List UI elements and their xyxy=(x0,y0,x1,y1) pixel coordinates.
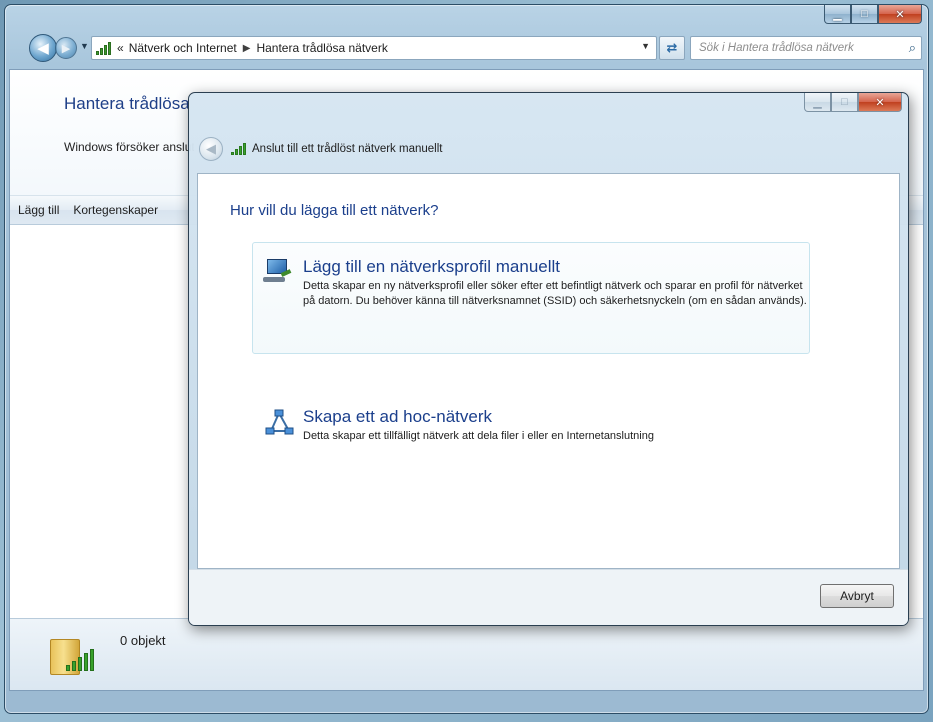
arrow-right-icon: ▶ xyxy=(61,42,71,55)
wireless-network-icon xyxy=(96,41,112,55)
item-count: 0 objekt xyxy=(120,633,166,648)
dialog-heading: Hur vill du lägga till ett nätverk? xyxy=(230,202,439,219)
dialog-window-controls: ▁ □ ✕ xyxy=(804,93,902,113)
search-input[interactable]: Sök i Hantera trådlösa nätverk ⌕ xyxy=(690,36,922,60)
minimize-button[interactable]: ▁ xyxy=(824,5,851,24)
arrow-left-icon: ◀ xyxy=(37,40,49,57)
connect-wireless-dialog: ▁ □ ✕ ◀ Anslut till ett trådlöst nätverk… xyxy=(188,92,909,626)
adhoc-network-icon xyxy=(263,407,295,439)
breadcrumb-network-internet[interactable]: Nätverk och Internet xyxy=(129,41,237,55)
forward-button[interactable]: ▶ xyxy=(55,37,77,59)
dialog-back-button[interactable]: ◀ xyxy=(199,137,223,161)
option-manual-profile[interactable]: Lägg till en nätverksprofil manuellt Det… xyxy=(252,242,810,354)
back-button[interactable]: ◀ xyxy=(29,34,57,62)
add-button[interactable]: Lägg till xyxy=(18,203,59,217)
arrow-left-icon: ◀ xyxy=(206,141,216,156)
dialog-title: Anslut till ett trådlöst nätverk manuell… xyxy=(252,143,443,155)
wireless-signal-icon xyxy=(231,143,246,155)
close-button[interactable]: ✕ xyxy=(878,5,922,24)
refresh-button[interactable]: ⇄ xyxy=(659,36,685,60)
maximize-button[interactable]: □ xyxy=(851,5,878,24)
search-placeholder: Sök i Hantera trådlösa nätverk xyxy=(699,42,854,54)
option-title: Lägg till en nätverksprofil manuellt xyxy=(303,257,561,276)
dialog-titlebar: ◀ Anslut till ett trådlöst nätverk manue… xyxy=(199,137,442,161)
history-dropdown[interactable]: ▼ xyxy=(80,41,89,51)
dialog-maximize-button[interactable]: □ xyxy=(831,93,858,112)
cancel-button[interactable]: Avbryt xyxy=(820,584,894,608)
dialog-body: Hur vill du lägga till ett nätverk? Lägg… xyxy=(197,173,900,569)
wireless-folder-icon xyxy=(50,633,94,679)
option-description: Detta skapar ett tillfälligt nätverk att… xyxy=(303,430,654,442)
dialog-close-button[interactable]: ✕ xyxy=(858,93,902,112)
window-controls: ▁ □ ✕ xyxy=(824,5,922,25)
breadcrumb-separator-icon[interactable]: ▶ xyxy=(243,43,251,54)
network-computer-icon xyxy=(263,257,295,289)
address-dropdown-icon[interactable]: ▼ xyxy=(641,41,650,51)
dialog-footer: Avbryt xyxy=(189,569,908,625)
search-icon[interactable]: ⌕ xyxy=(909,40,916,56)
refresh-icon: ⇄ xyxy=(666,40,678,55)
breadcrumb-manage-wireless[interactable]: Hantera trådlösa nätverk xyxy=(256,41,387,55)
option-description: Detta skapar en ny nätverksprofil eller … xyxy=(303,280,807,307)
address-bar[interactable]: « Nätverk och Internet ▶ Hantera trådlös… xyxy=(91,36,657,60)
adapter-properties-button[interactable]: Kortegenskaper xyxy=(73,203,158,217)
dialog-minimize-button[interactable]: ▁ xyxy=(804,93,831,112)
navigation-bar: ◀ ▶ ▼ « Nätverk och Internet ▶ Hantera t… xyxy=(5,31,928,67)
details-pane: 0 objekt xyxy=(10,618,923,690)
option-adhoc-network[interactable]: Skapa ett ad hoc-nätverk Detta skapar et… xyxy=(252,392,810,448)
option-title: Skapa ett ad hoc-nätverk xyxy=(303,407,493,426)
address-overflow[interactable]: « xyxy=(117,41,124,55)
page-title: Hantera trådlösa nätverk xyxy=(64,94,194,113)
page-description: Windows försöker ansluta till dessa nätv… xyxy=(64,140,194,154)
